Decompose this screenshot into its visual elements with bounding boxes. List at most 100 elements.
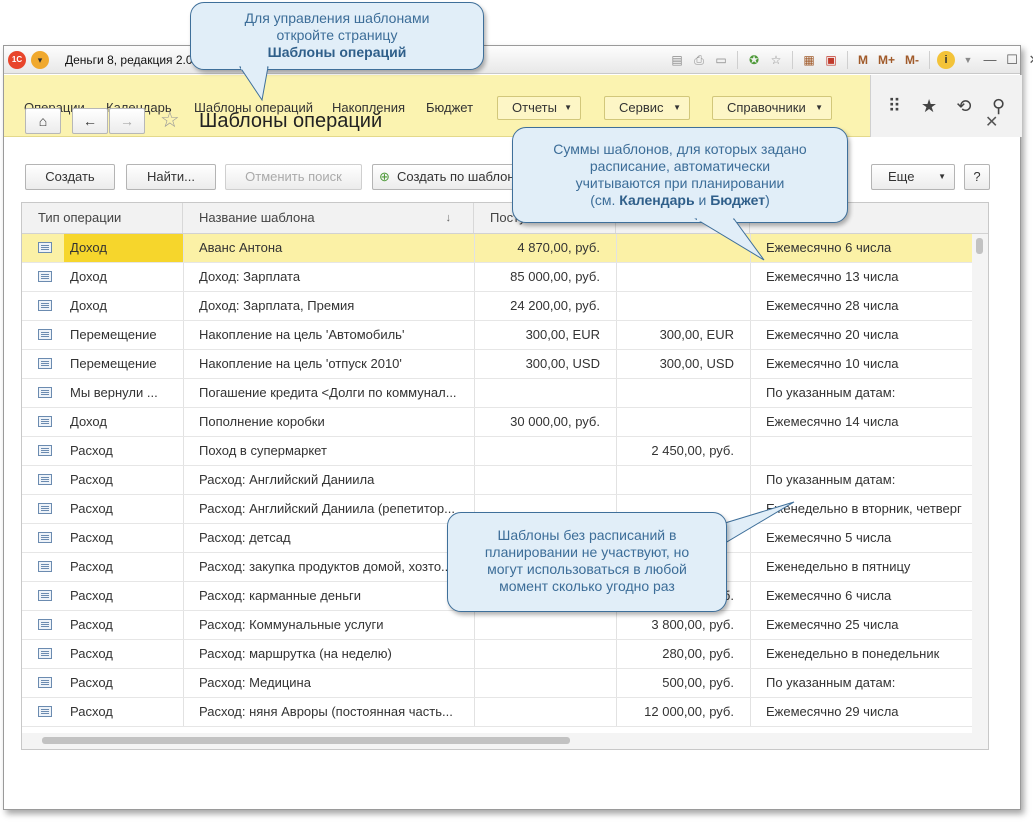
cell-income: 300,00, USD xyxy=(525,356,600,371)
cancel-search-button[interactable]: Отменить поиск xyxy=(225,164,362,190)
column-divider xyxy=(750,553,751,581)
column-divider xyxy=(750,292,751,320)
column-divider xyxy=(616,292,617,320)
close-icon[interactable]: ✕ xyxy=(1025,51,1033,69)
service-dropdown[interactable]: Сервис ▼ xyxy=(604,96,690,120)
home-button[interactable]: ⌂ xyxy=(25,108,61,134)
table-row[interactable]: Расход Расход: Коммунальные услуги 3 800,0… xyxy=(22,611,972,640)
column-divider xyxy=(750,640,751,668)
column-divider xyxy=(616,350,617,378)
column-divider xyxy=(616,234,617,262)
scroll-thumb[interactable] xyxy=(976,238,983,254)
references-dropdown[interactable]: Справочники ▼ xyxy=(712,96,832,120)
table-row[interactable]: Перемещение Накопление на цель 'отпуск 20… xyxy=(22,350,972,379)
cell-type: Расход xyxy=(70,559,113,574)
template-row-icon xyxy=(38,329,52,340)
close-form-icon[interactable]: ✕ xyxy=(985,112,998,132)
memory-button[interactable]: M xyxy=(855,51,871,69)
table-row[interactable]: Доход Доход: Зарплата 85 000,00, руб. Ежеме… xyxy=(22,263,972,292)
cell-schedule: Ежемесячно 25 числа xyxy=(766,617,899,632)
column-divider xyxy=(616,698,617,726)
all-functions-icon[interactable]: ⠿ xyxy=(882,96,906,117)
cell-name: Доход: Зарплата xyxy=(199,269,301,284)
table-row[interactable]: Расход Поход в супермаркет 2 450,00, руб. xyxy=(22,437,972,466)
column-divider xyxy=(183,495,184,523)
maximize-icon[interactable]: ☐ xyxy=(1003,51,1021,69)
cell-expense: 500,00, руб. xyxy=(662,675,734,690)
column-divider xyxy=(616,640,617,668)
help-button[interactable]: ? xyxy=(964,164,990,190)
cell-schedule: Еженедельно в пятницу xyxy=(766,559,911,574)
calculator-icon[interactable]: ▦ xyxy=(800,51,818,69)
column-header-type[interactable]: Тип операции xyxy=(22,203,183,233)
create-button[interactable]: Создать xyxy=(25,164,115,190)
favorite-star-icon[interactable]: ☆ xyxy=(160,108,180,132)
memory-minus-button[interactable]: M- xyxy=(902,51,922,69)
chevron-down-icon[interactable]: ▼ xyxy=(959,51,977,69)
sort-down-icon: ↓ xyxy=(445,212,452,224)
horizontal-scrollbar[interactable] xyxy=(22,733,988,749)
cell-type: Перемещение xyxy=(70,356,157,371)
vertical-scrollbar[interactable] xyxy=(972,234,988,734)
info-icon[interactable]: i xyxy=(937,51,956,69)
template-row-icon xyxy=(38,474,52,485)
column-divider xyxy=(183,408,184,436)
cell-name: Поход в супермаркет xyxy=(199,443,327,458)
column-divider xyxy=(616,611,617,639)
print-icon[interactable]: ⎙ xyxy=(690,51,708,69)
table-row[interactable]: Доход Пополнение коробки 30 000,00, руб. Еж… xyxy=(22,408,972,437)
preview-icon[interactable]: ▭ xyxy=(712,51,730,69)
forward-button[interactable]: → xyxy=(109,108,145,134)
column-divider xyxy=(750,669,751,697)
column-header-name[interactable]: Название шаблона ↓ xyxy=(183,203,474,233)
scroll-thumb[interactable] xyxy=(42,737,570,744)
back-button[interactable]: ← xyxy=(72,108,108,134)
divider xyxy=(792,51,793,69)
table-row[interactable]: Доход Аванс Антона 4 870,00, руб. Ежемесячн… xyxy=(22,234,972,263)
callout-line: Суммы шаблонов, для которых задано xyxy=(553,141,807,157)
column-divider xyxy=(183,292,184,320)
reports-dropdown[interactable]: Отчеты ▼ xyxy=(497,96,581,120)
find-button[interactable]: Найти... xyxy=(126,164,216,190)
memory-plus-button[interactable]: M+ xyxy=(875,51,898,69)
table-row[interactable]: Расход Расход: маршрутка (на неделю) 280,0… xyxy=(22,640,972,669)
cell-type: Расход xyxy=(70,530,113,545)
cell-expense xyxy=(622,466,734,494)
column-divider xyxy=(474,408,475,436)
cell-schedule: Еженедельно в вторник, четверг xyxy=(766,501,962,516)
main-menu-icon[interactable]: ▾ xyxy=(31,51,49,69)
save-icon[interactable]: ▤ xyxy=(668,51,686,69)
templates-table: Тип операции Название шаблона ↓ Поступле… xyxy=(21,202,989,750)
template-row-icon xyxy=(38,706,52,717)
more-button[interactable]: Еще ▼ xyxy=(871,164,955,190)
section-budget[interactable]: Бюджет xyxy=(426,100,473,115)
chevron-down-icon: ▼ xyxy=(564,103,572,112)
cell-income xyxy=(482,611,600,639)
cell-name: Расход: детсад xyxy=(199,530,291,545)
template-row-icon xyxy=(38,503,52,514)
cell-schedule: Ежемесячно 28 числа xyxy=(766,298,899,313)
table-row[interactable]: Расход Расход: Медицина 500,00, руб. По ука… xyxy=(22,669,972,698)
bookmark-icon[interactable]: ☆ xyxy=(767,51,785,69)
chevron-down-icon: ▼ xyxy=(815,103,823,112)
table-row[interactable]: Доход Доход: Зарплата, Премия 24 200,00, р… xyxy=(22,292,972,321)
history-icon[interactable]: ⟲ xyxy=(952,96,976,117)
cell-income: 30 000,00, руб. xyxy=(510,414,600,429)
chevron-down-icon: ▼ xyxy=(938,172,946,181)
minimize-icon[interactable]: — xyxy=(981,51,999,69)
page-title: Шаблоны операций xyxy=(199,110,383,132)
column-divider xyxy=(750,611,751,639)
favorites-add-icon[interactable]: ✪ xyxy=(745,51,763,69)
cell-name: Расход: Английский Даниила (репетитор... xyxy=(199,501,455,516)
table-row[interactable]: Мы вернули ... Погашение кредита <Долги п… xyxy=(22,379,972,408)
cell-expense xyxy=(622,263,734,291)
calendar-icon[interactable]: ▣ xyxy=(822,51,840,69)
table-row[interactable]: Расход Расход: няня Авроры (постоянная ча… xyxy=(22,698,972,727)
column-divider xyxy=(183,379,184,407)
favorites-star-icon[interactable]: ★ xyxy=(917,96,941,117)
column-divider xyxy=(616,466,617,494)
1c-logo-icon[interactable]: 1С xyxy=(8,51,26,69)
column-divider xyxy=(474,611,475,639)
table-row[interactable]: Перемещение Накопление на цель 'Автомобил… xyxy=(22,321,972,350)
table-row[interactable]: Расход Расход: Английский Даниила По указа… xyxy=(22,466,972,495)
